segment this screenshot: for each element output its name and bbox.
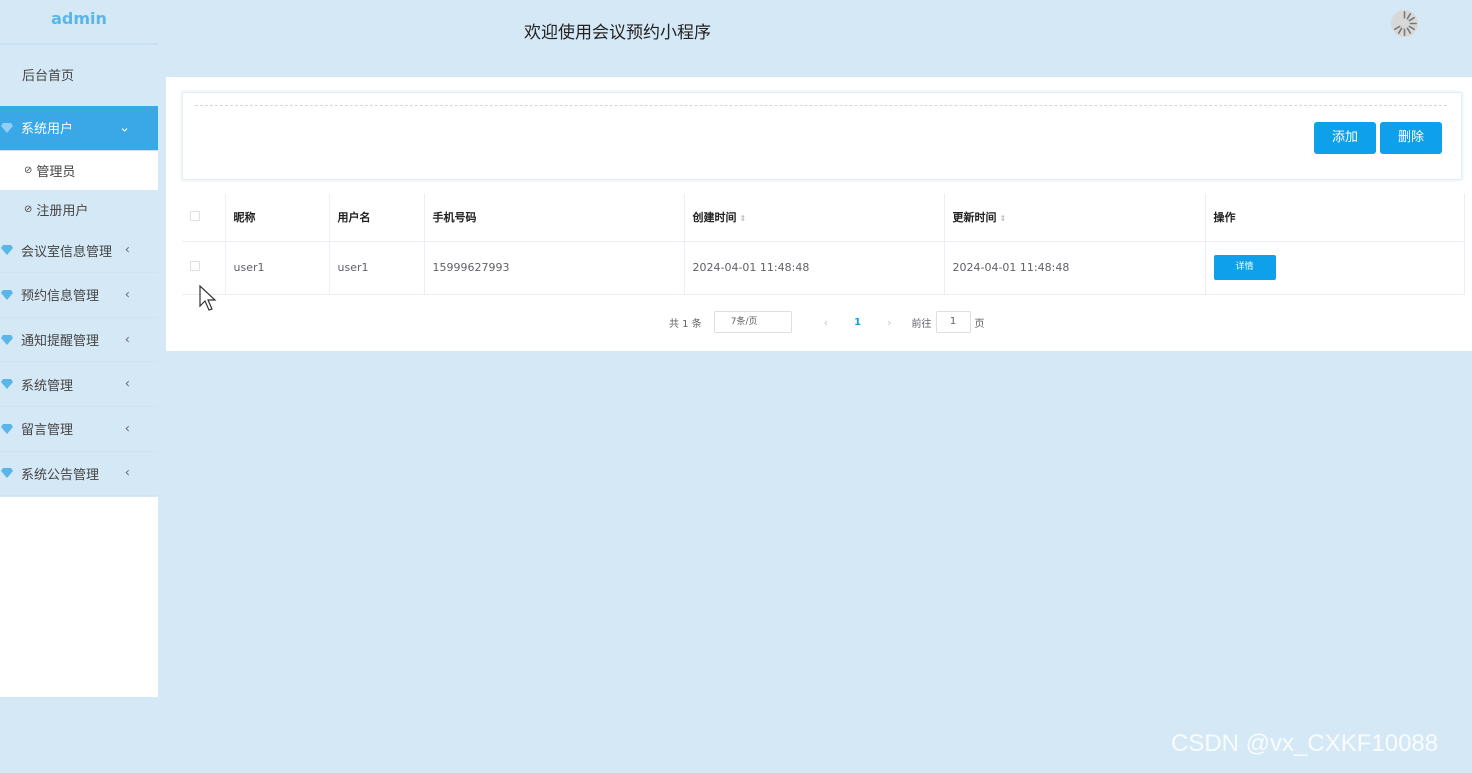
column-header: 昵称 (225, 194, 330, 242)
sidebar-item-admin[interactable]: ⊘ 管理员 (0, 150, 158, 190)
sidebar-empty-area (0, 497, 158, 697)
page-size-select[interactable]: 7条/页 (713, 311, 792, 333)
cell-updated: 2024-04-01 11:48:48 (944, 241, 1206, 295)
pagination: 共 1 条 7条/页 ‹ 1 › 前往 1 页 (669, 311, 985, 333)
page-suffix: 页 (974, 318, 985, 330)
main-content: 添加 删除 昵称 用户名 手机号码 创建时间 ⇕ 更新时间 ⇕ 操作 user1 u… (166, 77, 1472, 351)
total-count: 共 1 条 (669, 318, 702, 330)
sort-icon[interactable]: ⇕ (740, 214, 747, 223)
delete-button[interactable]: 删除 (1380, 122, 1442, 154)
chevron-left-icon: ‹ (124, 421, 130, 437)
sidebar-group-label: 系统公告管理 (21, 467, 100, 483)
add-button[interactable]: 添加 (1314, 122, 1376, 154)
gem-icon (1, 379, 13, 390)
cell-username: user1 (329, 241, 425, 295)
sidebar-group-label: 会议室信息管理 (21, 244, 113, 260)
column-header: 操作 (1205, 194, 1465, 242)
sidebar-group-announcements[interactable]: 系统公告管理 ‹ (0, 452, 158, 497)
sidebar-group-label: 系统用户 (21, 122, 74, 138)
column-header-sortable[interactable]: 更新时间 ⇕ (944, 194, 1206, 242)
brand-logo-text: admin (0, 0, 158, 45)
mouse-cursor-icon (199, 285, 217, 311)
clock-icon: ⊘ (24, 203, 33, 215)
chevron-left-icon: ‹ (124, 376, 130, 392)
gem-icon (1, 122, 13, 133)
goto-page-input[interactable]: 1 (935, 311, 971, 333)
cell-actions: 详情 (1205, 241, 1465, 295)
divider (195, 105, 1447, 106)
sidebar-group-messages[interactable]: 留言管理 ‹ (0, 407, 158, 452)
table-row: user1 user1 15999627993 2024-04-01 11:48… (182, 241, 1465, 295)
column-header: 用户名 (329, 194, 425, 242)
table-header-row: 昵称 用户名 手机号码 创建时间 ⇕ 更新时间 ⇕ 操作 (182, 194, 1465, 242)
gem-icon (1, 423, 13, 434)
row-checkbox[interactable] (190, 261, 200, 271)
next-page-button[interactable]: › (887, 316, 891, 329)
watermark-text: CSDN @vx_CXKF10088 (1171, 730, 1439, 757)
spinner-icon[interactable] (1390, 9, 1419, 38)
users-table: 昵称 用户名 手机号码 创建时间 ⇕ 更新时间 ⇕ 操作 user1 user1 1… (182, 194, 1465, 295)
select-all-cell (182, 194, 226, 242)
detail-button[interactable]: 详情 (1213, 255, 1276, 280)
sidebar-item-label: 注册用户 (36, 203, 89, 219)
cell-phone: 15999627993 (424, 241, 685, 295)
cell-nickname: user1 (225, 241, 330, 295)
chevron-left-icon: ‹ (124, 465, 130, 481)
page-title: 欢迎使用会议预约小程序 (524, 23, 711, 43)
chevron-left-icon: ‹ (124, 332, 130, 348)
chevron-left-icon: ‹ (124, 287, 130, 303)
goto-label: 前往 (911, 318, 932, 330)
sidebar-group-label: 预约信息管理 (21, 289, 100, 305)
sidebar-item-home[interactable]: 后台首页 (0, 45, 158, 106)
column-header-label: 更新时间 (952, 211, 997, 225)
gem-icon (1, 468, 13, 479)
page-number-current[interactable]: 1 (854, 317, 861, 328)
prev-page-button[interactable]: ‹ (824, 316, 828, 329)
column-header-sortable[interactable]: 创建时间 ⇕ (684, 194, 945, 242)
column-header-label: 创建时间 (692, 211, 737, 225)
clock-icon: ⊘ (24, 164, 33, 176)
select-all-checkbox[interactable] (190, 210, 200, 221)
sidebar-group-reservations[interactable]: 预约信息管理 ‹ (0, 273, 158, 318)
sidebar-group-label: 留言管理 (21, 423, 74, 439)
sidebar-group-system-management[interactable]: 系统管理 ‹ (0, 362, 158, 407)
sidebar-group-meeting-rooms[interactable]: 会议室信息管理 ‹ (0, 229, 158, 274)
cell-created: 2024-04-01 11:48:48 (684, 241, 945, 295)
gem-icon (1, 289, 13, 300)
sidebar-group-label: 通知提醒管理 (21, 334, 100, 350)
sidebar-group-label: 系统管理 (21, 378, 74, 394)
sort-icon[interactable]: ⇕ (1000, 214, 1007, 223)
sidebar-group-notifications[interactable]: 通知提醒管理 ‹ (0, 318, 158, 363)
chevron-down-icon: ⌄ (119, 120, 130, 136)
gem-icon (1, 334, 13, 345)
sidebar-group-system-users[interactable]: 系统用户 ⌄ (0, 106, 158, 151)
chevron-left-icon: ‹ (124, 242, 130, 258)
sidebar-item-registered-users[interactable]: ⊘ 注册用户 (0, 190, 158, 229)
column-header: 手机号码 (424, 194, 685, 242)
sidebar-item-label: 管理员 (36, 164, 76, 180)
toolbar: 添加 删除 (182, 92, 1462, 180)
gem-icon (1, 245, 13, 256)
